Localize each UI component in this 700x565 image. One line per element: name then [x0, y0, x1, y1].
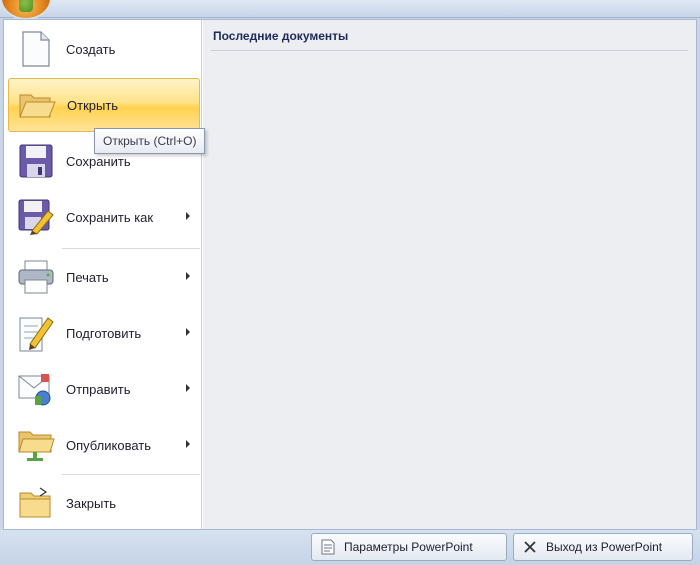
new-document-icon	[16, 29, 56, 69]
menu-item-save-as[interactable]: Сохранить как	[8, 190, 200, 244]
submenu-arrow-icon	[186, 212, 190, 220]
office-logo-icon	[19, 0, 33, 12]
menu-item-new[interactable]: Создать	[8, 22, 200, 76]
submenu-arrow-icon	[186, 272, 190, 280]
menu-separator	[62, 474, 200, 475]
submenu-arrow-icon	[186, 384, 190, 392]
office-button[interactable]	[2, 0, 50, 18]
menu-item-label: Открыть	[67, 97, 119, 113]
close-x-icon	[522, 539, 538, 555]
menu-item-publish[interactable]: Опубликовать	[8, 418, 200, 472]
exit-powerpoint-button[interactable]: Выход из PowerPoint	[513, 533, 693, 561]
menu-item-label: Сохранить	[66, 153, 131, 169]
open-tooltip: Открыть (Ctrl+O)	[94, 128, 206, 154]
save-disk-icon	[16, 141, 56, 181]
options-icon	[320, 539, 336, 555]
send-icon	[16, 369, 56, 409]
title-strip	[0, 0, 700, 18]
menu-item-label: Создать	[66, 41, 116, 57]
menu-item-prepare[interactable]: Подготовить	[8, 306, 200, 360]
publish-folder-icon	[16, 425, 56, 465]
menu-item-open[interactable]: Открыть	[8, 78, 200, 132]
recent-documents-panel: Последние документы	[203, 20, 696, 529]
menu-item-label: Отправить	[66, 381, 131, 397]
menu-item-label: Закрыть	[66, 495, 117, 511]
menu-item-print[interactable]: Печать	[8, 250, 200, 304]
recent-documents-title: Последние документы	[213, 29, 349, 43]
powerpoint-options-label: Параметры PowerPoint	[344, 540, 473, 554]
menu-footer: Параметры PowerPoint Выход из PowerPoint	[0, 530, 700, 565]
menu-item-label: Подготовить	[66, 325, 142, 341]
printer-icon	[16, 257, 56, 297]
menu-item-label: Печать	[66, 269, 109, 285]
menu-item-label: Опубликовать	[66, 437, 152, 453]
close-folder-icon	[16, 483, 56, 523]
menu-item-label: Сохранить как	[66, 209, 154, 225]
menu-commands: Создать Открыть Сохранить Сохранить как …	[4, 20, 202, 529]
menu-item-close[interactable]: Закрыть	[8, 476, 200, 530]
menu-separator	[62, 248, 200, 249]
save-as-icon	[16, 197, 56, 237]
open-folder-icon	[17, 85, 57, 125]
exit-powerpoint-label: Выход из PowerPoint	[546, 540, 663, 554]
submenu-arrow-icon	[186, 440, 190, 448]
menu-item-send[interactable]: Отправить	[8, 362, 200, 416]
submenu-arrow-icon	[186, 328, 190, 336]
prepare-pencil-icon	[16, 313, 56, 353]
powerpoint-options-button[interactable]: Параметры PowerPoint	[311, 533, 507, 561]
recent-separator	[211, 50, 688, 51]
office-menu: Создать Открыть Сохранить Сохранить как …	[3, 19, 697, 530]
